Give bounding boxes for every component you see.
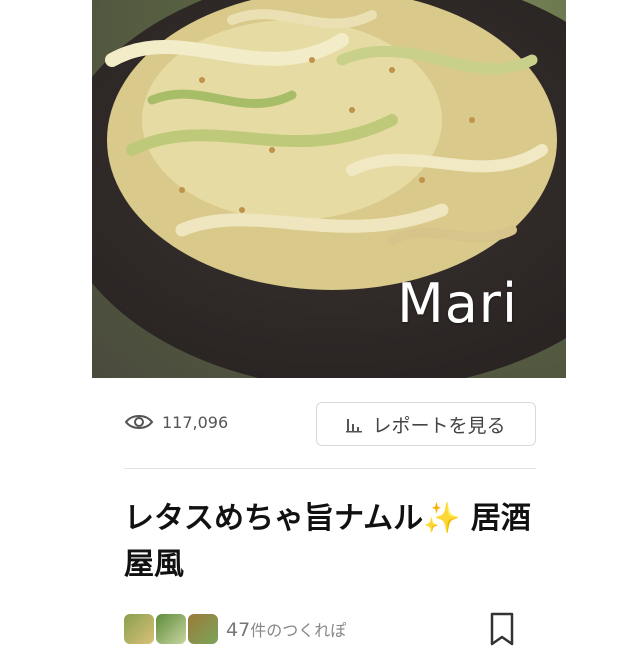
divider xyxy=(124,468,536,469)
tsukurepo-count-number: 47 xyxy=(226,619,251,641)
recipe-meta-row: 117,096 レポートを見る xyxy=(124,400,536,448)
photo-watermark: Mari xyxy=(397,272,518,335)
salad-illustration xyxy=(105,0,557,290)
eye-icon xyxy=(124,415,154,429)
report-button-label: レポートを見る xyxy=(372,414,506,437)
bookmark-icon[interactable] xyxy=(488,612,516,648)
report-button[interactable]: レポートを見る xyxy=(316,402,536,446)
tsukurepo-count: 47件のつくれぽ xyxy=(226,617,346,641)
recipe-photo[interactable]: Mari xyxy=(92,0,566,378)
tsukurepo-count-suffix: 件のつくれぽ xyxy=(250,621,347,640)
view-count-value: 117,096 xyxy=(162,412,229,432)
view-count: 117,096 xyxy=(124,412,228,432)
bar-chart-icon xyxy=(346,419,363,433)
recipe-title: レタスめちゃ旨ナムル✨ 居酒屋風 xyxy=(124,501,531,582)
